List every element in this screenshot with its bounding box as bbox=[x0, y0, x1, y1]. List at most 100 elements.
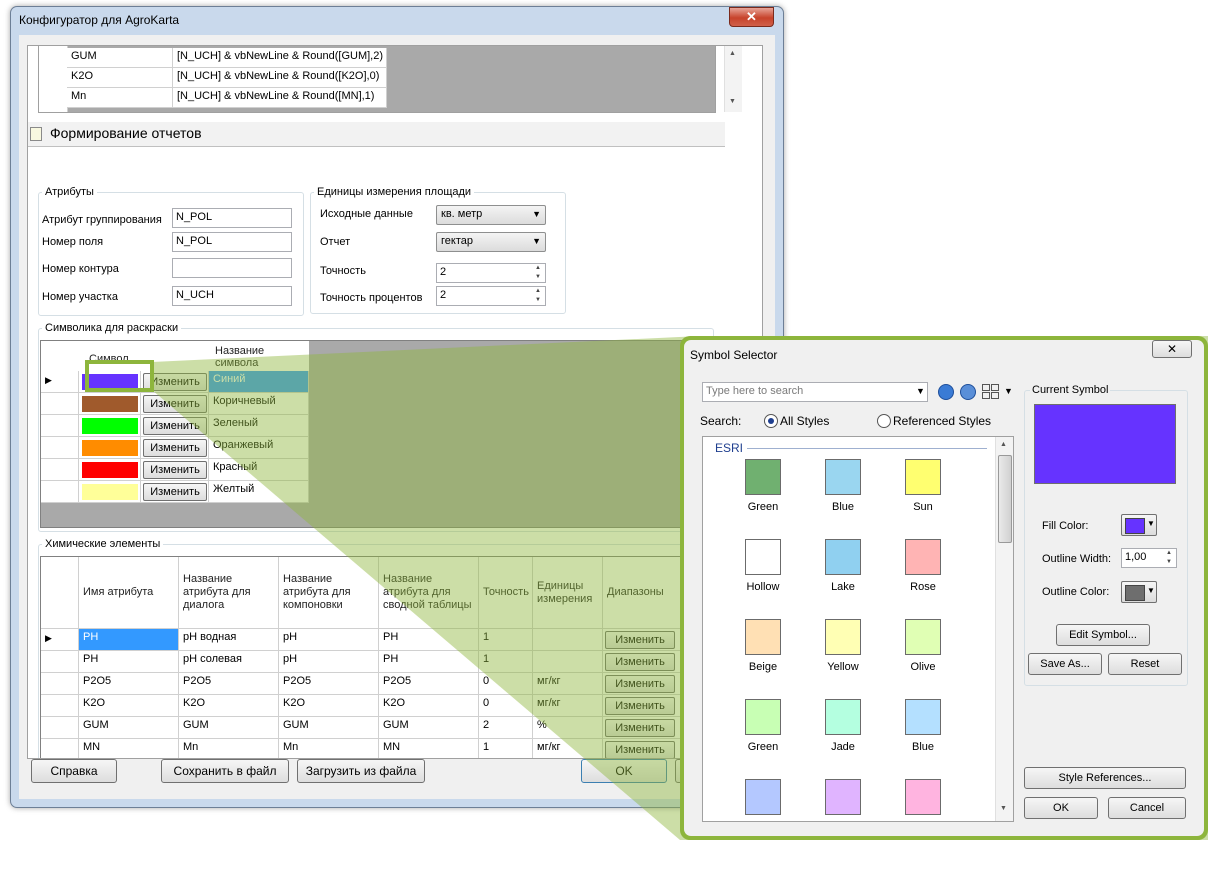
chem-cell[interactable]: GUM bbox=[279, 717, 379, 739]
formula-expr-cell[interactable]: [N_UCH] & vbNewLine & Round([K2O],0) bbox=[173, 68, 387, 88]
chem-cell[interactable]: мг/кг bbox=[533, 739, 603, 758]
chem-cell[interactable]: pH солевая bbox=[179, 651, 279, 673]
chem-cell[interactable]: MN bbox=[79, 739, 179, 758]
percent-precision-spinner[interactable]: 2 ▲ ▼ bbox=[436, 286, 546, 306]
symbol-name-cell[interactable]: Желтый bbox=[209, 481, 309, 503]
chem-cell[interactable]: GUM bbox=[379, 717, 479, 739]
chem-col-header[interactable]: Имя атрибута bbox=[79, 557, 179, 629]
symbol-list-scrollbar[interactable]: ▲ ▼ bbox=[995, 437, 1013, 821]
scroll-down-icon[interactable]: ▼ bbox=[729, 98, 736, 105]
ranges-change-button[interactable]: Изменить bbox=[605, 719, 675, 737]
chem-col-header[interactable]: Точность bbox=[479, 557, 533, 629]
chem-cell[interactable]: PH bbox=[79, 651, 179, 673]
symbol-cancel-button[interactable]: Cancel bbox=[1108, 797, 1186, 819]
fill-color-picker[interactable]: ▼ bbox=[1121, 514, 1157, 536]
chem-cell[interactable]: PH bbox=[379, 651, 479, 673]
chem-cell[interactable]: мг/кг bbox=[533, 673, 603, 695]
help-button[interactable]: Справка bbox=[31, 759, 117, 783]
chem-cell[interactable]: P2O5 bbox=[279, 673, 379, 695]
symbol-col-header[interactable]: Символ bbox=[79, 341, 210, 372]
row-header[interactable] bbox=[41, 739, 79, 758]
symbol-name-cell[interactable]: Коричневый bbox=[209, 393, 309, 415]
reset-button[interactable]: Reset bbox=[1108, 653, 1182, 675]
chem-cell[interactable]: Mn bbox=[179, 739, 279, 758]
symbol-name-cell[interactable]: Зеленый bbox=[209, 415, 309, 437]
row-header[interactable]: ▶ bbox=[41, 629, 79, 651]
chem-cell[interactable]: GUM bbox=[79, 717, 179, 739]
chem-cell[interactable]: pH водная bbox=[179, 629, 279, 651]
change-symbol-button[interactable]: Изменить bbox=[143, 417, 207, 435]
symbol-name-cell[interactable]: Оранжевый bbox=[209, 437, 309, 459]
symbol-item[interactable]: Green bbox=[723, 699, 803, 775]
symbol-item[interactable]: Rose bbox=[883, 539, 963, 615]
chem-cell[interactable]: MN bbox=[379, 739, 479, 758]
chem-col-header[interactable]: Название атрибута для диалога bbox=[179, 557, 279, 629]
change-symbol-button[interactable]: Изменить bbox=[143, 395, 207, 413]
precision-spinner[interactable]: 2 ▲ ▼ bbox=[436, 263, 546, 283]
name-col-header[interactable]: Название символа bbox=[209, 341, 309, 372]
clear-search-icon[interactable] bbox=[960, 384, 976, 400]
referenced-styles-radio[interactable] bbox=[877, 414, 891, 428]
chem-cell[interactable]: K2O bbox=[279, 695, 379, 717]
chem-cell[interactable]: P2O5 bbox=[179, 673, 279, 695]
chem-col-header[interactable]: Единицы измерения bbox=[533, 557, 603, 629]
spin-down-icon[interactable]: ▼ bbox=[1162, 558, 1176, 567]
ranges-change-button[interactable]: Изменить bbox=[605, 653, 675, 671]
formula-expr-cell[interactable]: [N_UCH] & vbNewLine & Round([MN],1) bbox=[173, 88, 387, 108]
outline-width-spinner[interactable]: 1,00 ▲ ▼ bbox=[1121, 548, 1177, 568]
row-header[interactable] bbox=[41, 695, 79, 717]
all-styles-radio[interactable] bbox=[764, 414, 778, 428]
ranges-change-button[interactable]: Изменить bbox=[605, 675, 675, 693]
row-header[interactable] bbox=[41, 673, 79, 695]
symbol-item[interactable]: Blue bbox=[883, 699, 963, 775]
scroll-thumb[interactable] bbox=[998, 455, 1012, 543]
chem-cell[interactable]: P2O5 bbox=[79, 673, 179, 695]
chem-col-header[interactable]: Название атрибута для компоновки bbox=[279, 557, 379, 629]
symbol-item[interactable]: Hollow bbox=[723, 539, 803, 615]
formula-expr-cell[interactable]: [N_UCH] & vbNewLine & Round([GUM],2) bbox=[173, 48, 387, 68]
symbol-color-cell[interactable] bbox=[79, 415, 141, 437]
close-button[interactable]: ✕ bbox=[729, 7, 774, 27]
ok-button[interactable]: OK bbox=[581, 759, 667, 783]
chem-cell[interactable]: PH bbox=[79, 629, 179, 651]
chem-cell[interactable]: Mn bbox=[279, 739, 379, 758]
chem-cell[interactable]: 0 bbox=[479, 673, 533, 695]
symbol-name-cell[interactable]: Красный bbox=[209, 459, 309, 481]
formula-name-cell[interactable]: Mn bbox=[67, 88, 173, 108]
referenced-styles-label[interactable]: Referenced Styles bbox=[893, 414, 991, 428]
symbol-item[interactable] bbox=[803, 779, 883, 821]
spin-down-icon[interactable]: ▼ bbox=[531, 273, 545, 282]
symbol-item[interactable]: Green bbox=[723, 459, 803, 535]
chem-cell[interactable]: 1 bbox=[479, 629, 533, 651]
change-symbol-button[interactable]: Изменить bbox=[143, 461, 207, 479]
scroll-up-icon[interactable]: ▲ bbox=[1000, 441, 1007, 448]
symbol-item[interactable]: Olive bbox=[883, 619, 963, 695]
chem-cell[interactable]: мг/кг bbox=[533, 695, 603, 717]
ranges-change-button[interactable]: Изменить bbox=[605, 741, 675, 758]
row-header[interactable] bbox=[41, 393, 79, 415]
row-header[interactable]: ▶ bbox=[41, 371, 79, 393]
symbol-item[interactable] bbox=[883, 779, 963, 821]
change-symbol-button[interactable]: Изменить bbox=[143, 439, 207, 457]
spin-up-icon[interactable]: ▲ bbox=[531, 264, 545, 273]
change-symbol-button[interactable]: Изменить bbox=[143, 483, 207, 501]
change-symbol-button[interactable]: Изменить bbox=[143, 373, 207, 391]
symbol-name-cell[interactable]: Синий bbox=[209, 371, 309, 393]
chem-cell[interactable] bbox=[533, 629, 603, 651]
chem-cell[interactable]: K2O bbox=[179, 695, 279, 717]
top-table-scrollbar[interactable]: ▲ ▼ bbox=[724, 46, 742, 112]
outline-color-picker[interactable]: ▼ bbox=[1121, 581, 1157, 603]
row-header[interactable] bbox=[41, 717, 79, 739]
view-options-dropdown-icon[interactable]: ▼ bbox=[1004, 386, 1013, 396]
chem-cell[interactable]: PH bbox=[379, 629, 479, 651]
row-header[interactable] bbox=[41, 459, 79, 481]
all-styles-label[interactable]: All Styles bbox=[780, 414, 829, 428]
spin-up-icon[interactable]: ▲ bbox=[1162, 549, 1176, 558]
chem-cell[interactable]: 0 bbox=[479, 695, 533, 717]
spin-up-icon[interactable]: ▲ bbox=[531, 287, 545, 296]
chem-cell[interactable]: K2O bbox=[79, 695, 179, 717]
row-header[interactable] bbox=[41, 437, 79, 459]
chem-cell[interactable]: GUM bbox=[179, 717, 279, 739]
chem-cell[interactable] bbox=[533, 651, 603, 673]
chem-col-header[interactable]: Название атрибута для сводной таблицы bbox=[379, 557, 479, 629]
